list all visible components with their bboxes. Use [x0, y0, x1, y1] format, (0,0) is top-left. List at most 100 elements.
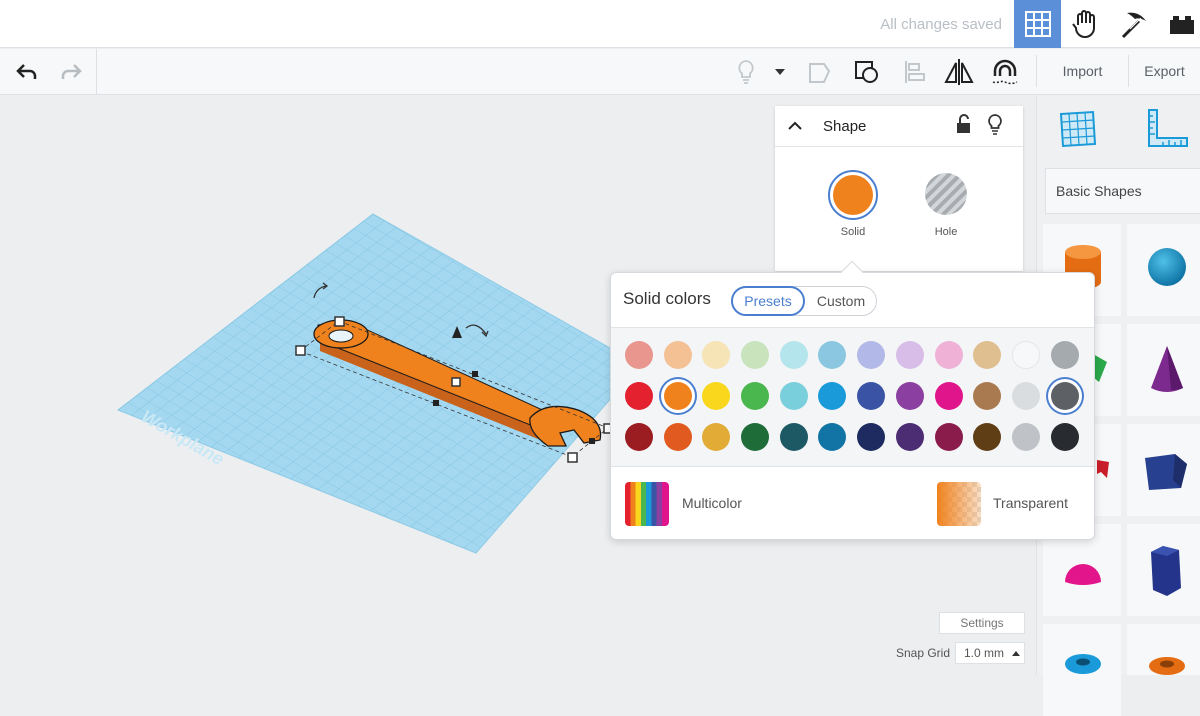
tinker-hand-button[interactable]: [1062, 0, 1109, 48]
color-swatch[interactable]: [1011, 423, 1040, 451]
color-swatch[interactable]: [1050, 423, 1079, 451]
export-button[interactable]: Export: [1128, 55, 1200, 87]
color-swatch[interactable]: [741, 382, 770, 410]
align-icon: [905, 61, 925, 83]
color-swatch[interactable]: [1050, 382, 1079, 410]
snap-grid-label: Snap Grid: [895, 646, 950, 660]
color-swatch[interactable]: [625, 423, 653, 451]
color-swatch[interactable]: [973, 382, 1002, 410]
toolbar-divider: [96, 49, 97, 95]
shape-cone[interactable]: [1127, 324, 1200, 416]
caret-down-icon: [775, 69, 785, 75]
color-swatch[interactable]: [934, 341, 963, 369]
settings-button[interactable]: Settings: [939, 612, 1025, 634]
bricks-button[interactable]: [1158, 0, 1200, 48]
hole-label: Hole: [934, 226, 958, 238]
color-swatch[interactable]: [741, 423, 770, 451]
grid-view-button[interactable]: [1014, 0, 1061, 48]
unlock-icon: [957, 114, 970, 133]
shape-sphere[interactable]: [1127, 224, 1200, 316]
cruise-button[interactable]: [988, 49, 1022, 95]
color-swatch[interactable]: [1011, 341, 1040, 369]
color-swatch[interactable]: [895, 382, 924, 410]
color-swatch[interactable]: [934, 423, 963, 451]
magnet-icon: [992, 59, 1018, 85]
color-swatch[interactable]: [934, 382, 963, 410]
color-swatch[interactable]: [857, 423, 886, 451]
color-swatch[interactable]: [663, 341, 692, 369]
import-button[interactable]: Import: [1036, 55, 1128, 87]
multicolor-swatch[interactable]: [625, 482, 669, 526]
ungroup-button[interactable]: [850, 49, 884, 95]
solid-color-swatch: [833, 175, 873, 215]
color-swatch[interactable]: [702, 341, 731, 369]
color-swatch[interactable]: [663, 382, 692, 410]
shape-box[interactable]: [1127, 424, 1200, 516]
lock-button[interactable]: [955, 114, 973, 139]
hole-button[interactable]: [925, 173, 967, 215]
color-swatch[interactable]: [625, 341, 653, 369]
export-label: Export: [1144, 63, 1185, 79]
workplane-tool-button[interactable]: [1057, 108, 1099, 155]
color-swatch[interactable]: [1011, 382, 1040, 410]
transparent-swatch[interactable]: [937, 482, 981, 526]
tab-custom[interactable]: Custom: [807, 286, 875, 316]
color-swatch[interactable]: [895, 423, 924, 451]
color-swatch[interactable]: [663, 423, 692, 451]
group-icon: [809, 63, 831, 83]
solid-button[interactable]: [828, 170, 878, 220]
visibility-bulb-button[interactable]: [987, 113, 1003, 140]
color-swatch[interactable]: [779, 423, 808, 451]
color-swatch[interactable]: [741, 341, 770, 369]
mirror-icon: [944, 59, 974, 85]
shape-polygon[interactable]: [1127, 524, 1200, 616]
polygon-icon: [1151, 546, 1181, 596]
chevron-up-icon: [788, 121, 802, 130]
color-popup-title: Solid colors: [623, 289, 711, 308]
color-swatch[interactable]: [973, 341, 1002, 369]
color-swatch[interactable]: [973, 423, 1002, 451]
redo-button[interactable]: [54, 49, 90, 95]
caret-up-icon: [1012, 650, 1021, 656]
mirror-button[interactable]: [942, 49, 976, 95]
pickaxe-button[interactable]: [1110, 0, 1157, 48]
shape-tube[interactable]: [1127, 624, 1200, 675]
pickaxe-icon: [1121, 12, 1146, 39]
brick-icon: [1169, 16, 1194, 34]
import-label: Import: [1062, 63, 1103, 79]
workplane-tool-icon: [1059, 110, 1097, 148]
color-swatch[interactable]: [1050, 341, 1079, 369]
color-swatch[interactable]: [857, 382, 886, 410]
shape-torus[interactable]: [1043, 624, 1121, 716]
library-category-select[interactable]: Basic Shapes: [1045, 168, 1200, 214]
color-swatch[interactable]: [702, 382, 731, 410]
undo-icon: [16, 64, 37, 79]
save-status: All changes saved: [880, 16, 1002, 33]
shape-inspector: Shape Solid Hole: [775, 106, 1023, 271]
ungroup-icon: [855, 61, 878, 83]
swatch-row: [625, 423, 1079, 451]
grid-view-icon: [1024, 11, 1051, 37]
group-button[interactable]: [804, 49, 836, 95]
color-swatch[interactable]: [625, 382, 653, 410]
color-swatch[interactable]: [857, 341, 886, 369]
undo-button[interactable]: [8, 49, 44, 95]
color-swatch[interactable]: [818, 423, 847, 451]
color-swatch[interactable]: [895, 341, 924, 369]
color-swatch[interactable]: [702, 423, 731, 451]
collapse-panel-button[interactable]: [787, 118, 803, 136]
lightbulb-icon: [988, 114, 1002, 135]
notes-dropdown[interactable]: [770, 49, 790, 95]
align-button[interactable]: [898, 49, 930, 95]
solid-label: Solid: [840, 226, 866, 238]
color-swatch[interactable]: [779, 382, 808, 410]
ruler-tool-button[interactable]: [1145, 108, 1189, 155]
color-popup: Solid colors Presets Custom Multicolor T…: [610, 272, 1095, 540]
snap-grid-select[interactable]: 1.0 mm: [955, 642, 1025, 664]
notes-button[interactable]: [732, 49, 760, 95]
redo-icon: [61, 64, 82, 79]
color-swatch[interactable]: [818, 341, 847, 369]
color-swatch[interactable]: [779, 341, 808, 369]
tab-presets[interactable]: Presets: [731, 286, 805, 316]
color-swatch[interactable]: [818, 382, 847, 410]
